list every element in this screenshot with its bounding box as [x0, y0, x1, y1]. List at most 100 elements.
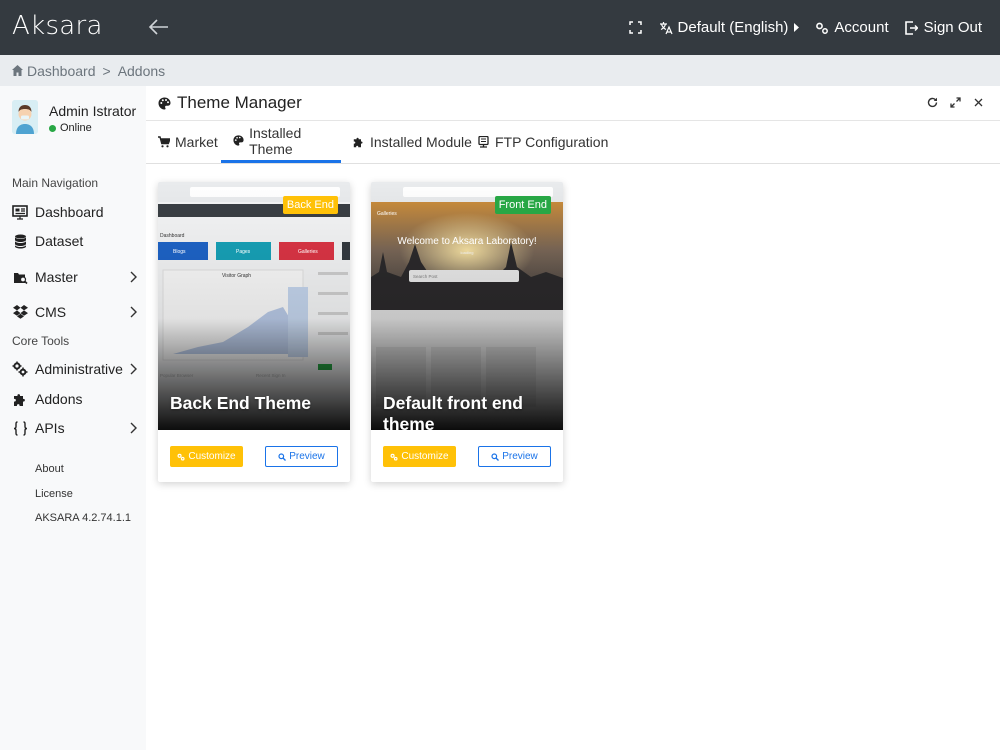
tab-installed-module-label: Installed Module — [370, 134, 472, 150]
chevron-right-icon — [128, 270, 138, 284]
dropbox-icon — [12, 304, 28, 320]
shopping-cart-icon — [158, 136, 170, 149]
user-status: Online — [49, 122, 136, 134]
user-name: Admin Istrator — [49, 103, 137, 119]
sidebar-item-cms[interactable]: CMS — [12, 301, 138, 323]
user-status-label: Online — [60, 122, 92, 134]
sidebar-item-dataset-label: Dataset — [35, 233, 84, 249]
chevron-right-icon — [128, 305, 138, 319]
search-icon — [278, 452, 287, 461]
thumb-tile-blogs: Blogs — [173, 249, 186, 255]
page-title-label: Theme Manager — [177, 93, 302, 112]
theme-thumbnail[interactable]: Galleries Welcome to Aksara Laboratory! … — [371, 182, 563, 430]
customize-button[interactable]: Customize — [170, 446, 243, 467]
thumb-recent-label: Recent Sign In — [256, 373, 286, 378]
sidebar-item-apis[interactable]: APIs — [12, 417, 138, 439]
sidebar-toggle-back-arrow-icon[interactable] — [148, 17, 170, 37]
sidebar-item-dashboard-label: Dashboard — [35, 204, 104, 220]
core-tools-header: Core Tools — [12, 334, 70, 348]
license-link[interactable]: License — [35, 488, 73, 500]
master-folder-search-icon — [12, 269, 28, 285]
account-label: Account — [834, 19, 889, 36]
thumb-hero-subtitle: loading — [461, 250, 474, 255]
theme-title: Back End Theme — [170, 393, 312, 413]
tab-market-label: Market — [175, 134, 218, 150]
main-navigation-header: Main Navigation — [12, 176, 99, 190]
main-content: Theme Manager Market Installed Theme Ins… — [146, 86, 1000, 750]
sidebar-item-addons[interactable]: Addons — [12, 388, 138, 410]
preview-label: Preview — [289, 451, 325, 462]
thumb-heading: Dashboard — [160, 233, 185, 239]
sidebar-item-addons-label: Addons — [35, 391, 83, 407]
breadcrumb-current: Addons — [117, 62, 166, 79]
theme-thumbnail[interactable]: Dashboard Blogs Pages Galleries Visitor … — [158, 182, 350, 430]
tab-installed-theme[interactable]: Installed Theme — [221, 121, 341, 163]
sidebar-item-administrative[interactable]: Administrative — [12, 358, 138, 380]
tab-installed-theme-label: Installed Theme — [249, 124, 302, 157]
dashboard-icon — [12, 204, 28, 220]
palette-icon — [233, 134, 244, 147]
translate-icon — [659, 21, 673, 35]
breadcrumb: Dashboard > Addons — [0, 55, 1000, 86]
theme-type-badge: Front End — [494, 196, 551, 214]
thumb-hero-title: Welcome to Aksara Laboratory! — [397, 236, 536, 247]
signout-link[interactable]: Sign Out — [905, 19, 982, 36]
sidebar-item-dataset[interactable]: Dataset — [12, 230, 138, 252]
signout-label: Sign Out — [923, 19, 982, 36]
palette-icon — [158, 97, 171, 110]
breadcrumb-dashboard-label: Dashboard — [27, 62, 96, 79]
sidebar-item-apis-label: APIs — [35, 420, 65, 436]
curly-braces-icon — [12, 420, 28, 436]
tab-ftp-configuration[interactable]: FTP Configuration — [466, 121, 608, 163]
preview-button[interactable]: Preview — [265, 446, 338, 467]
sidebar-item-cms-label: CMS — [35, 304, 67, 320]
theme-card-frontend: Galleries Welcome to Aksara Laboratory! … — [371, 182, 563, 482]
theme-title: Default front end theme — [383, 393, 523, 430]
sidebar-item-master[interactable]: Master — [12, 266, 138, 288]
online-indicator-icon — [49, 124, 56, 132]
breadcrumb-dashboard-link[interactable]: Dashboard — [12, 63, 96, 79]
language-label: Default (English) — [677, 19, 789, 36]
gears-icon — [815, 21, 829, 35]
language-dropdown[interactable]: Default (English) — [659, 19, 800, 36]
puzzle-piece-icon — [12, 391, 28, 407]
gears-icon — [12, 361, 28, 377]
close-icon[interactable] — [973, 97, 984, 108]
avatar[interactable] — [12, 100, 38, 134]
fullscreen-button[interactable] — [629, 21, 643, 35]
brand-logo[interactable]: Aksara — [12, 11, 103, 41]
panel-header: Theme Manager — [146, 86, 1000, 121]
tab-ftp-configuration-label: FTP Configuration — [495, 134, 609, 150]
customize-button[interactable]: Customize — [383, 446, 456, 467]
sidebar-item-dashboard[interactable]: Dashboard — [12, 201, 138, 223]
refresh-icon[interactable] — [927, 97, 938, 108]
customize-label: Customize — [188, 451, 236, 462]
fullscreen-icon — [629, 21, 643, 35]
gears-icon — [177, 453, 185, 461]
app-version: AKSARA 4.2.74.1.1 — [35, 512, 132, 524]
database-icon — [12, 233, 28, 249]
tab-market[interactable]: Market — [146, 121, 218, 163]
sidebar: Admin Istrator Online Main Navigation Da… — [0, 86, 146, 750]
search-icon — [491, 452, 500, 461]
chevron-right-icon — [128, 362, 138, 376]
theme-card-backend: Dashboard Blogs Pages Galleries Visitor … — [158, 182, 350, 482]
about-link[interactable]: About — [35, 463, 64, 475]
server-icon — [478, 136, 490, 149]
gears-icon — [390, 453, 398, 461]
user-panel: Admin Istrator Online — [12, 100, 136, 134]
page-title: Theme Manager — [158, 93, 302, 113]
top-navbar: Aksara Default (English) Account Sign Ou… — [0, 0, 1000, 55]
sidebar-item-administrative-label: Administrative — [35, 361, 123, 377]
expand-icon[interactable] — [950, 97, 961, 108]
account-link[interactable]: Account — [815, 19, 889, 36]
thumb-tile-pages: Pages — [236, 249, 251, 255]
thumb-nav-label: Galleries — [377, 211, 397, 217]
breadcrumb-separator: > — [102, 62, 111, 79]
thumb-popular-label: Popular Browser — [160, 373, 194, 378]
theme-type-badge: Back End — [282, 196, 338, 214]
sidebar-item-master-label: Master — [35, 269, 78, 285]
tab-installed-module[interactable]: Installed Module — [341, 121, 472, 163]
thumb-graph-title: Visitor Graph — [222, 273, 251, 279]
preview-button[interactable]: Preview — [478, 446, 551, 467]
